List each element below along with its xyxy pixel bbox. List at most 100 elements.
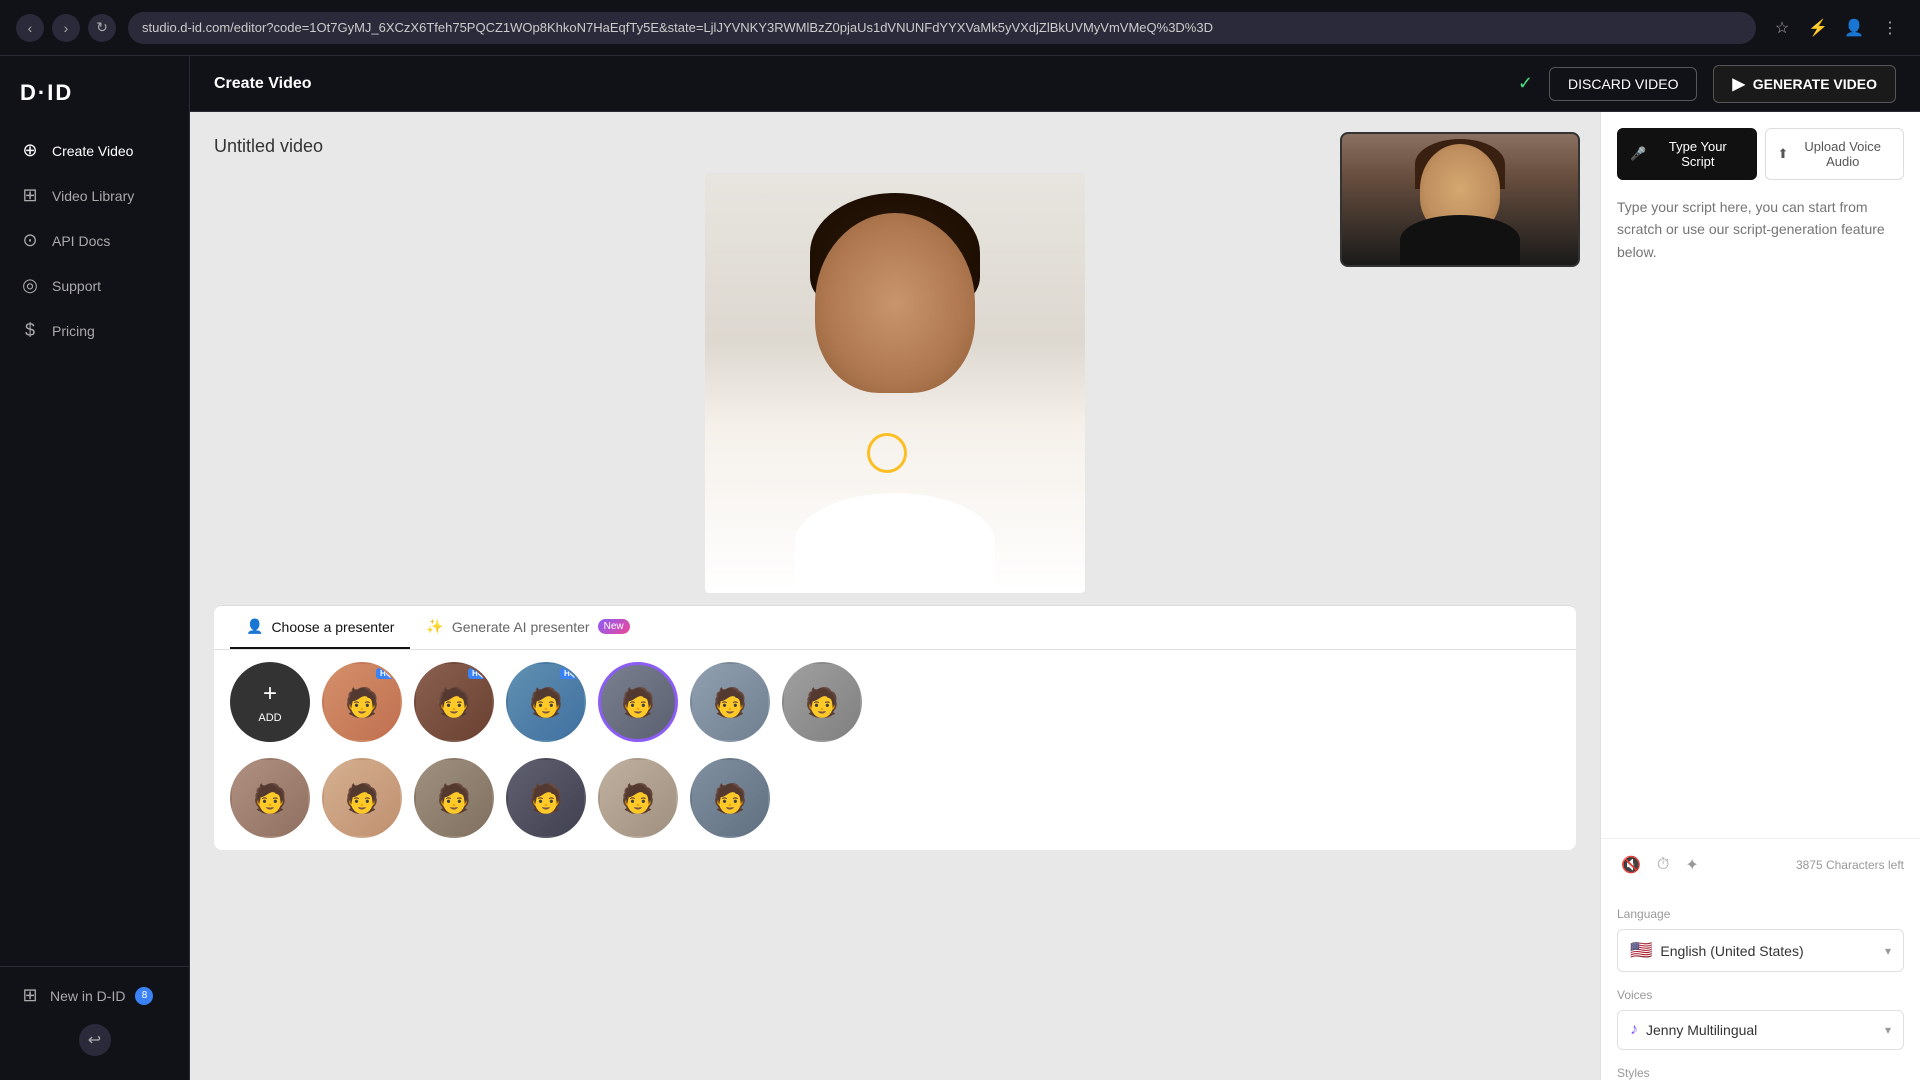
tab-type-script[interactable]: 🎤 Type Your Script <box>1617 128 1757 180</box>
chars-left: 3875 Characters left <box>1796 858 1904 872</box>
sidebar-label-video-library: Video Library <box>52 188 134 204</box>
script-input[interactable] <box>1617 196 1904 576</box>
presenter-card-6[interactable]: 🧑 <box>782 662 862 742</box>
presenter-card-7[interactable]: 🧑 <box>230 758 310 838</box>
presenter-avatar-5: 🧑 <box>692 664 768 740</box>
voices-label: Voices <box>1617 988 1904 1002</box>
voices-section: Voices ♪ Jenny Multilingual ▾ <box>1601 988 1920 1066</box>
presenter-avatar-7: 🧑 <box>232 760 308 836</box>
chevron-down-icon: ▾ <box>1885 944 1891 958</box>
voices-select[interactable]: ♪ Jenny Multilingual ▾ <box>1617 1010 1904 1050</box>
language-flag: 🇺🇸 <box>1630 940 1652 961</box>
app-container: D·ID ⊕ Create Video ⊞ Video Library ⊙ AP… <box>0 56 1920 1080</box>
sidebar-item-create-video[interactable]: ⊕ Create Video <box>8 130 181 171</box>
sidebar-label-support: Support <box>52 278 101 294</box>
tab-upload-audio[interactable]: ⬆ Upload Voice Audio <box>1765 128 1905 180</box>
reload-button[interactable]: ↻ <box>88 14 116 42</box>
presenter-card-4[interactable]: 🧑 <box>598 662 678 742</box>
mute-button[interactable]: 🔇 <box>1617 851 1645 879</box>
presenter-card-10[interactable]: 🧑 <box>506 758 586 838</box>
sidebar-nav: ⊕ Create Video ⊞ Video Library ⊙ API Doc… <box>0 130 189 966</box>
presenter-card-11[interactable]: 🧑 <box>598 758 678 838</box>
voice-value: Jenny Multilingual <box>1646 1022 1877 1038</box>
magic-button[interactable]: ✦ <box>1681 851 1702 879</box>
language-value: English (United States) <box>1660 943 1877 959</box>
styles-label-text: Styles <box>1617 1066 1650 1080</box>
sidebar-label-pricing: Pricing <box>52 323 95 339</box>
sidebar-item-video-library[interactable]: ⊞ Video Library <box>8 175 181 216</box>
language-select[interactable]: 🇺🇸 English (United States) ▾ <box>1617 929 1904 972</box>
create-video-icon: ⊕ <box>20 140 40 161</box>
back-button[interactable]: ‹ <box>16 14 44 42</box>
main-content: Create Video ✓ DISCARD VIDEO ▶ GENERATE … <box>190 56 1920 1080</box>
generate-ai-label: Generate AI presenter <box>452 619 590 635</box>
presenter-card-8[interactable]: 🧑 <box>322 758 402 838</box>
check-icon: ✓ <box>1518 73 1533 94</box>
sidebar-label-api-docs: API Docs <box>52 233 110 249</box>
video-canvas <box>705 173 1085 593</box>
new-badge: 8 <box>135 987 153 1005</box>
tab-choose-presenter[interactable]: 👤 Choose a presenter <box>230 606 410 649</box>
presenter-card-2[interactable]: 🧑 HQ <box>414 662 494 742</box>
discard-video-button[interactable]: DISCARD VIDEO <box>1549 67 1697 101</box>
generate-video-button[interactable]: ▶ GENERATE VIDEO <box>1713 65 1896 103</box>
generate-ai-icon: ✨ <box>426 618 443 635</box>
undo-button[interactable]: ↩ <box>79 1024 111 1056</box>
presenter-avatar-9: 🧑 <box>416 760 492 836</box>
hq-badge-1: HQ <box>376 668 396 679</box>
sidebar-label-new-in-did: New in D-ID <box>50 988 125 1004</box>
bookmark-button[interactable]: ☆ <box>1768 14 1796 42</box>
presenter-card-3[interactable]: 🧑 HQ <box>506 662 586 742</box>
sidebar-item-support[interactable]: ◎ Support <box>8 265 181 306</box>
presenter-grid-row2: 🧑 🧑 🧑 🧑 🧑 <box>214 754 1576 850</box>
logo-text: D·ID <box>20 80 169 106</box>
presenter-avatar-4: 🧑 <box>601 665 675 739</box>
hq-badge-3: HQ <box>560 668 580 679</box>
new-tag: New <box>598 619 630 634</box>
presenter-avatar-10: 🧑 <box>508 760 584 836</box>
extensions-button[interactable]: ⚡ <box>1804 14 1832 42</box>
editor-area: Untitled video 👤 Choose a <box>190 112 1920 1080</box>
presenter-card-1[interactable]: 🧑 HQ <box>322 662 402 742</box>
presenter-card-5[interactable]: 🧑 <box>690 662 770 742</box>
script-area <box>1601 196 1920 838</box>
presenter-card-12[interactable]: 🧑 <box>690 758 770 838</box>
type-script-icon: 🎤 <box>1630 146 1646 162</box>
generate-icon: ▶ <box>1732 74 1744 94</box>
tab-generate-ai[interactable]: ✨ Generate AI presenter New <box>410 606 645 649</box>
logo: D·ID <box>0 72 189 130</box>
upload-audio-icon: ⬆ <box>1778 146 1789 162</box>
browser-actions: ☆ ⚡ 👤 ⋮ <box>1768 14 1904 42</box>
sidebar-item-api-docs[interactable]: ⊙ API Docs <box>8 220 181 261</box>
webcam-overlay <box>1340 132 1580 267</box>
support-icon: ◎ <box>20 275 40 296</box>
presenter-avatar-12: 🧑 <box>692 760 768 836</box>
sidebar-item-new-in-did[interactable]: ⊞ New in D-ID 8 <box>8 975 181 1016</box>
profile-button[interactable]: 👤 <box>1840 14 1868 42</box>
type-script-label: Type Your Script <box>1652 139 1743 169</box>
generate-label: GENERATE VIDEO <box>1753 76 1877 92</box>
sidebar-item-pricing[interactable]: $ Pricing <box>8 310 181 351</box>
webcam-video <box>1342 134 1578 265</box>
presenter-preview <box>705 173 1085 593</box>
presenter-avatar-6: 🧑 <box>784 664 860 740</box>
pricing-icon: $ <box>20 320 40 341</box>
presenter-section: 👤 Choose a presenter ✨ Generate AI prese… <box>214 605 1576 850</box>
webcam-body <box>1400 215 1520 265</box>
upload-audio-label: Upload Voice Audio <box>1794 139 1891 169</box>
right-panel: 🎤 Type Your Script ⬆ Upload Voice Audio … <box>1600 112 1920 1080</box>
presenter-card-9[interactable]: 🧑 <box>414 758 494 838</box>
url-bar[interactable]: studio.d-id.com/editor?code=1Ot7GyMJ_6XC… <box>128 12 1756 44</box>
app-header: Create Video ✓ DISCARD VIDEO ▶ GENERATE … <box>190 56 1920 112</box>
add-presenter-button[interactable]: + ADD <box>230 662 310 742</box>
forward-button[interactable]: › <box>52 14 80 42</box>
menu-button[interactable]: ⋮ <box>1876 14 1904 42</box>
styles-section: Styles <box>1601 1066 1920 1080</box>
presenter-head <box>815 213 975 393</box>
browser-controls: ‹ › ↻ <box>16 14 116 42</box>
canvas-section: Untitled video 👤 Choose a <box>190 112 1600 1080</box>
sidebar-bottom: ⊞ New in D-ID 8 ↩ <box>0 966 189 1064</box>
timer-button[interactable]: ⏱ <box>1653 852 1673 878</box>
sidebar-label-create-video: Create Video <box>52 143 133 159</box>
cursor-indicator <box>867 433 907 473</box>
